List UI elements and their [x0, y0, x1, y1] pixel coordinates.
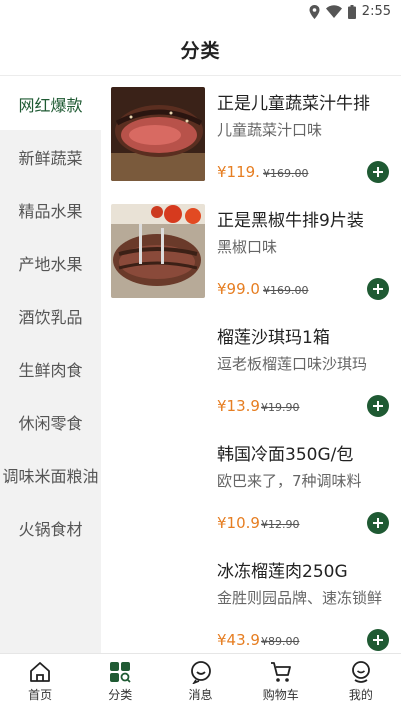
product-name[interactable]: 榴莲沙琪玛1箱 [217, 323, 385, 348]
product-original-price: ¥89.00 [261, 635, 300, 648]
sidebar-item-vegetables[interactable]: 新鲜蔬菜 [0, 130, 101, 183]
sidebar-item-label: 产地水果 [18, 254, 83, 274]
product-name[interactable]: 冰冻榴莲肉250G [217, 557, 385, 582]
product-desc: 金胜则园品牌、速冻锁鲜 [217, 589, 383, 607]
tab-category[interactable]: 分类 [80, 654, 160, 710]
sidebar-item-hotpot[interactable]: 火锅食材 [0, 501, 101, 554]
status-time: 2:55 [361, 4, 391, 19]
product-price: ¥13.9 [217, 397, 260, 415]
add-to-cart-button[interactable] [367, 161, 389, 183]
plus-icon [373, 167, 383, 177]
page-title: 分类 [180, 40, 221, 62]
tab-cart[interactable]: 购物车 [241, 654, 321, 710]
tab-label: 购物车 [262, 688, 299, 702]
product-desc: 黑椒口味 [217, 238, 278, 256]
plus-icon [373, 401, 383, 411]
location-icon [309, 4, 320, 19]
product-card[interactable]: 冰冻榴莲肉250G 金胜则园品牌、速冻锁鲜 ¥43.9 ¥89.00 [101, 545, 401, 653]
product-price: ¥99.0 [217, 280, 260, 298]
tab-label: 首页 [28, 688, 53, 702]
home-icon [30, 662, 50, 682]
bottom-tab-bar: 首页 分类 消息 购物车 我的 [0, 653, 401, 710]
battery-icon [347, 4, 356, 19]
sidebar-item-label: 新鲜蔬菜 [18, 148, 83, 168]
sidebar-item-snacks[interactable]: 休闲零食 [0, 395, 101, 448]
sidebar-item-fruits[interactable]: 精品水果 [0, 183, 101, 236]
product-card[interactable]: 正是儿童蔬菜汁牛排 儿童蔬菜汁口味 ¥119. ¥169.00 [101, 77, 401, 194]
product-price: ¥10.9 [217, 514, 260, 532]
product-original-price: ¥169.00 [263, 284, 309, 297]
sidebar-item-label: 网红爆款 [18, 95, 83, 115]
sidebar-item-label: 调味米面粮油 [2, 466, 99, 486]
sidebar-item-fresh-meat[interactable]: 生鲜肉食 [0, 342, 101, 395]
sidebar-item-origin-fruits[interactable]: 产地水果 [0, 236, 101, 289]
product-image[interactable] [111, 204, 205, 298]
page-header: 分类 [0, 24, 401, 76]
add-to-cart-button[interactable] [367, 278, 389, 300]
tab-label: 分类 [108, 688, 133, 702]
add-to-cart-button[interactable] [367, 629, 389, 651]
sidebar-item-label: 休闲零食 [18, 413, 83, 433]
message-icon [190, 661, 211, 684]
tab-home[interactable]: 首页 [0, 654, 80, 710]
sidebar-item-drinks-dairy[interactable]: 酒饮乳品 [0, 289, 101, 342]
product-name[interactable]: 正是儿童蔬菜汁牛排 [217, 89, 385, 114]
product-name[interactable]: 正是黑椒牛排9片装 [217, 206, 385, 231]
product-desc: 欧巴来了，7种调味料 [217, 472, 362, 490]
product-list: 正是儿童蔬菜汁牛排 儿童蔬菜汁口味 ¥119. ¥169.00 正是黑椒牛排9片… [101, 77, 401, 653]
sidebar-item-label: 生鲜肉食 [18, 360, 83, 380]
product-card[interactable]: 韩国冷面350G/包 欧巴来了，7种调味料 ¥10.9 ¥12.90 [101, 428, 401, 545]
cart-icon [270, 662, 291, 682]
product-desc: 儿童蔬菜汁口味 [217, 121, 323, 139]
wifi-icon [325, 5, 342, 18]
add-to-cart-button[interactable] [367, 395, 389, 417]
category-icon [110, 662, 131, 683]
plus-icon [373, 284, 383, 294]
sidebar-item-label: 酒饮乳品 [18, 307, 83, 327]
sidebar-item-label: 精品水果 [18, 201, 83, 221]
tab-profile[interactable]: 我的 [321, 654, 401, 710]
add-to-cart-button[interactable] [367, 512, 389, 534]
product-price: ¥43.9 [217, 631, 260, 649]
product-desc: 逗老板榴莲口味沙琪玛 [217, 355, 368, 373]
tab-messages[interactable]: 消息 [160, 654, 240, 710]
plus-icon [373, 635, 383, 645]
product-card[interactable]: 正是黑椒牛排9片装 黑椒口味 ¥99.0 ¥169.00 [101, 194, 401, 311]
tab-label: 我的 [348, 688, 373, 702]
sidebar-item-seasoning-grains[interactable]: 调味米面粮油 [0, 448, 101, 501]
sidebar-item-label: 火锅食材 [18, 519, 83, 539]
product-original-price: ¥19.90 [261, 401, 300, 414]
tab-label: 消息 [188, 688, 213, 702]
product-original-price: ¥169.00 [263, 167, 309, 180]
product-name[interactable]: 韩国冷面350G/包 [217, 440, 385, 465]
sidebar-item-wanghong[interactable]: 网红爆款 [0, 77, 101, 130]
plus-icon [373, 518, 383, 528]
status-bar: 2:55 [0, 0, 401, 24]
category-sidebar: 网红爆款 新鲜蔬菜 精品水果 产地水果 酒饮乳品 生鲜肉食 休闲零食 调味米面粮… [0, 77, 101, 653]
product-original-price: ¥12.90 [261, 518, 300, 531]
product-price: ¥119. [217, 163, 260, 181]
product-card[interactable]: 榴莲沙琪玛1箱 逗老板榴莲口味沙琪玛 ¥13.9 ¥19.90 [101, 311, 401, 428]
product-image[interactable] [111, 87, 205, 181]
profile-icon [352, 661, 370, 683]
